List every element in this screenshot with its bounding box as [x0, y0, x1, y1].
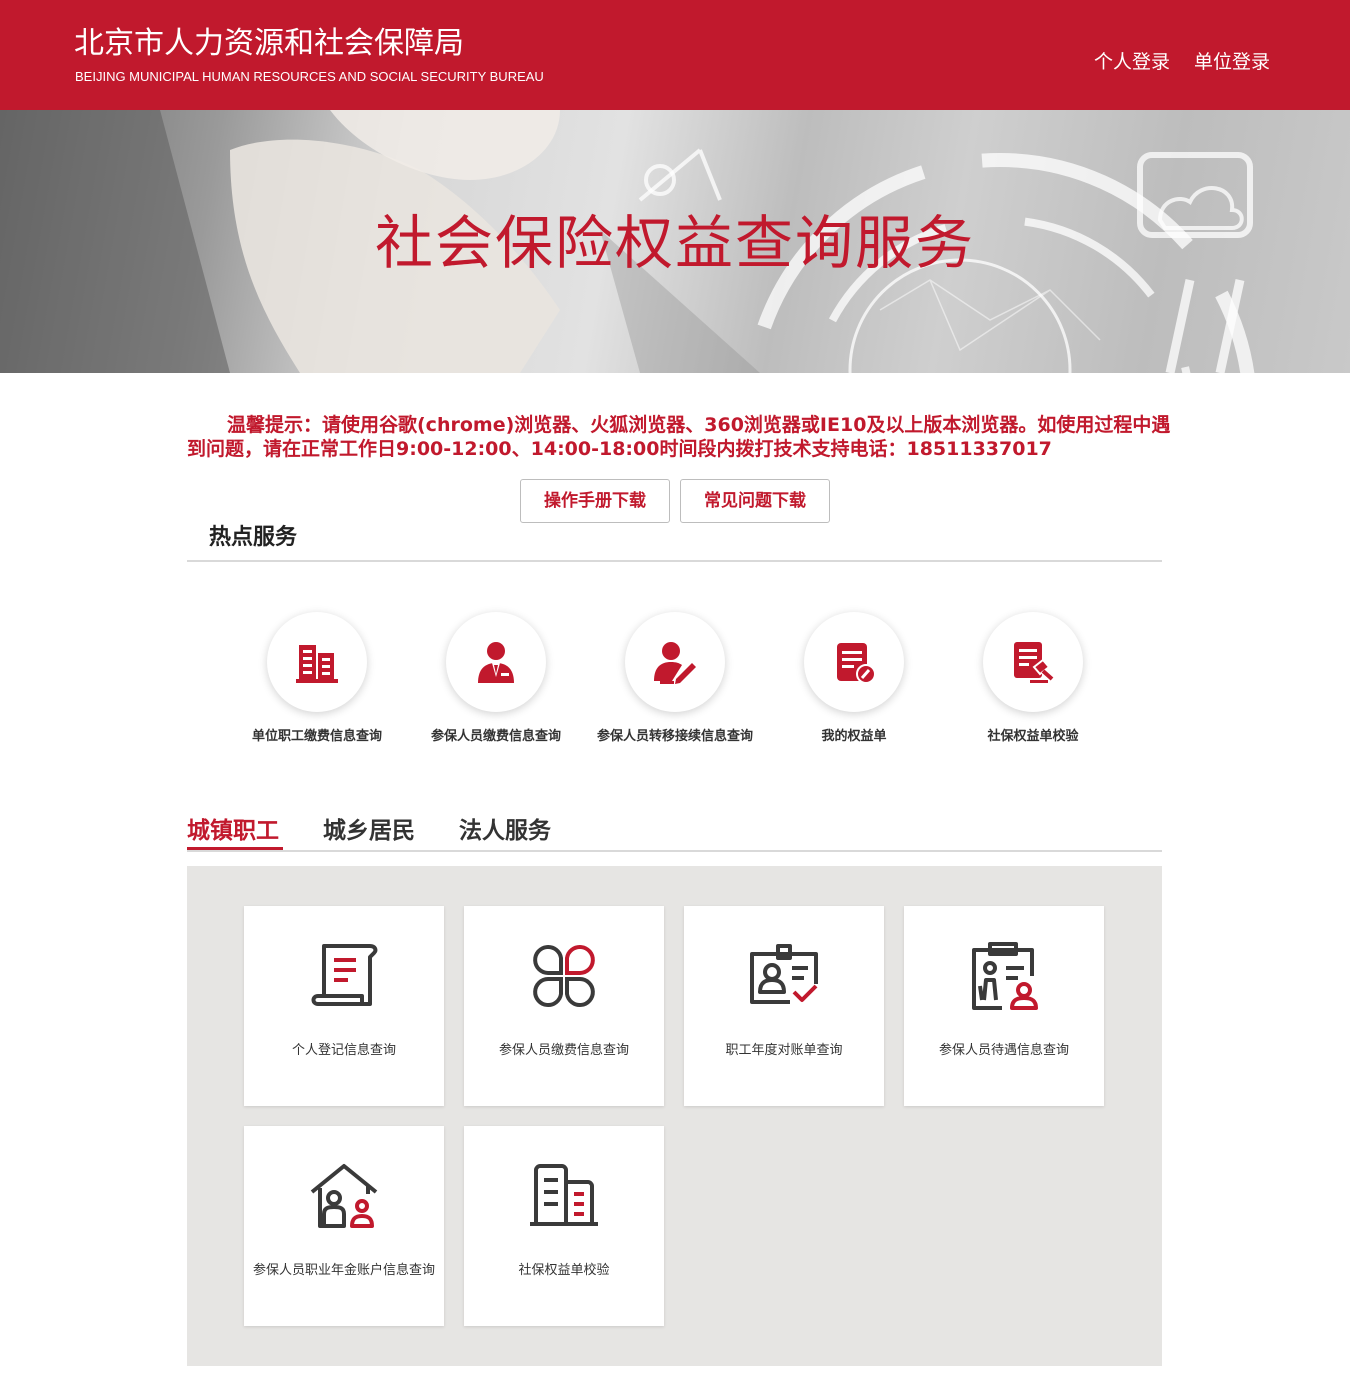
clover-icon [464, 940, 664, 1012]
tabs-divider [187, 850, 1162, 852]
document-gavel-icon [983, 612, 1083, 712]
clipboard-elderly-icon [904, 940, 1104, 1012]
tab-urban-employee[interactable]: 城镇职工 [187, 815, 279, 847]
id-card-check-icon [684, 940, 884, 1012]
building-icon [267, 612, 367, 712]
hot-service-unit-payment[interactable]: 单位职工缴费信息查询 [237, 612, 397, 744]
notice-text: 温馨提示：请使用谷歌(chrome)浏览器、火狐浏览器、360浏览器或IE10及… [187, 414, 1171, 460]
hot-service-label: 社保权益单校验 [987, 729, 1079, 744]
service-card-annuity-account[interactable]: 参保人员职业年金账户信息查询 [244, 1126, 444, 1326]
manual-download-button[interactable]: 操作手册下载 [520, 479, 670, 523]
service-card-label: 职工年度对账单查询 [725, 1043, 843, 1058]
banner-title: 社会保险权益查询服务 [374, 209, 975, 277]
service-card-label: 参保人员待遇信息查询 [938, 1043, 1069, 1058]
service-card-personal-registration[interactable]: 个人登记信息查询 [244, 906, 444, 1106]
service-card-rights-verify[interactable]: 社保权益单校验 [464, 1126, 664, 1326]
buildings-icon [464, 1160, 664, 1232]
site-subtitle: BEIJING MUNICIPAL HUMAN RESOURCES AND SO… [75, 69, 544, 84]
service-card-insured-payment[interactable]: 参保人员缴费信息查询 [464, 906, 664, 1106]
hot-service-my-rights[interactable]: 我的权益单 [774, 612, 934, 744]
unit-login-link[interactable]: 单位登录 [1194, 50, 1270, 74]
hero-banner: 社会保险权益查询服务 [0, 110, 1350, 373]
service-card-label: 社保权益单校验 [518, 1263, 610, 1278]
hot-service-verify[interactable]: 社保权益单校验 [953, 612, 1113, 744]
hot-service-transfer[interactable]: 参保人员转移接续信息查询 [595, 612, 755, 744]
hot-service-insured-payment[interactable]: 参保人员缴费信息查询 [416, 612, 576, 744]
person-edit-icon [625, 612, 725, 712]
service-card-benefit-info[interactable]: 参保人员待遇信息查询 [904, 906, 1104, 1106]
hot-services-title: 热点服务 [209, 525, 298, 550]
service-panel: 个人登记信息查询 参保人员缴费信息查询 职工年度对账单查询 参保人员待遇信息查询… [187, 866, 1162, 1366]
service-card-label: 参保人员缴费信息查询 [498, 1043, 629, 1058]
hot-service-label: 参保人员缴费信息查询 [430, 729, 561, 744]
scroll-document-icon [244, 940, 444, 1012]
hot-service-label: 我的权益单 [821, 729, 887, 744]
service-card-annual-statement[interactable]: 职工年度对账单查询 [684, 906, 884, 1106]
hot-service-label: 单位职工缴费信息查询 [251, 729, 382, 744]
section-divider [187, 560, 1162, 562]
faq-download-button[interactable]: 常见问题下载 [680, 479, 830, 523]
top-header: 北京市人力资源和社会保障局 BEIJING MUNICIPAL HUMAN RE… [0, 0, 1350, 110]
service-card-label: 个人登记信息查询 [291, 1043, 396, 1058]
person-tie-icon [446, 612, 546, 712]
hot-service-label: 参保人员转移接续信息查询 [596, 729, 753, 744]
service-card-label: 参保人员职业年金账户信息查询 [252, 1263, 435, 1278]
tab-urban-rural-resident[interactable]: 城乡居民 [323, 815, 415, 847]
site-title: 北京市人力资源和社会保障局 [74, 26, 464, 61]
document-edit-icon [804, 612, 904, 712]
tab-legal-person[interactable]: 法人服务 [459, 815, 551, 847]
house-people-icon [244, 1160, 444, 1232]
personal-login-link[interactable]: 个人登录 [1094, 50, 1170, 74]
